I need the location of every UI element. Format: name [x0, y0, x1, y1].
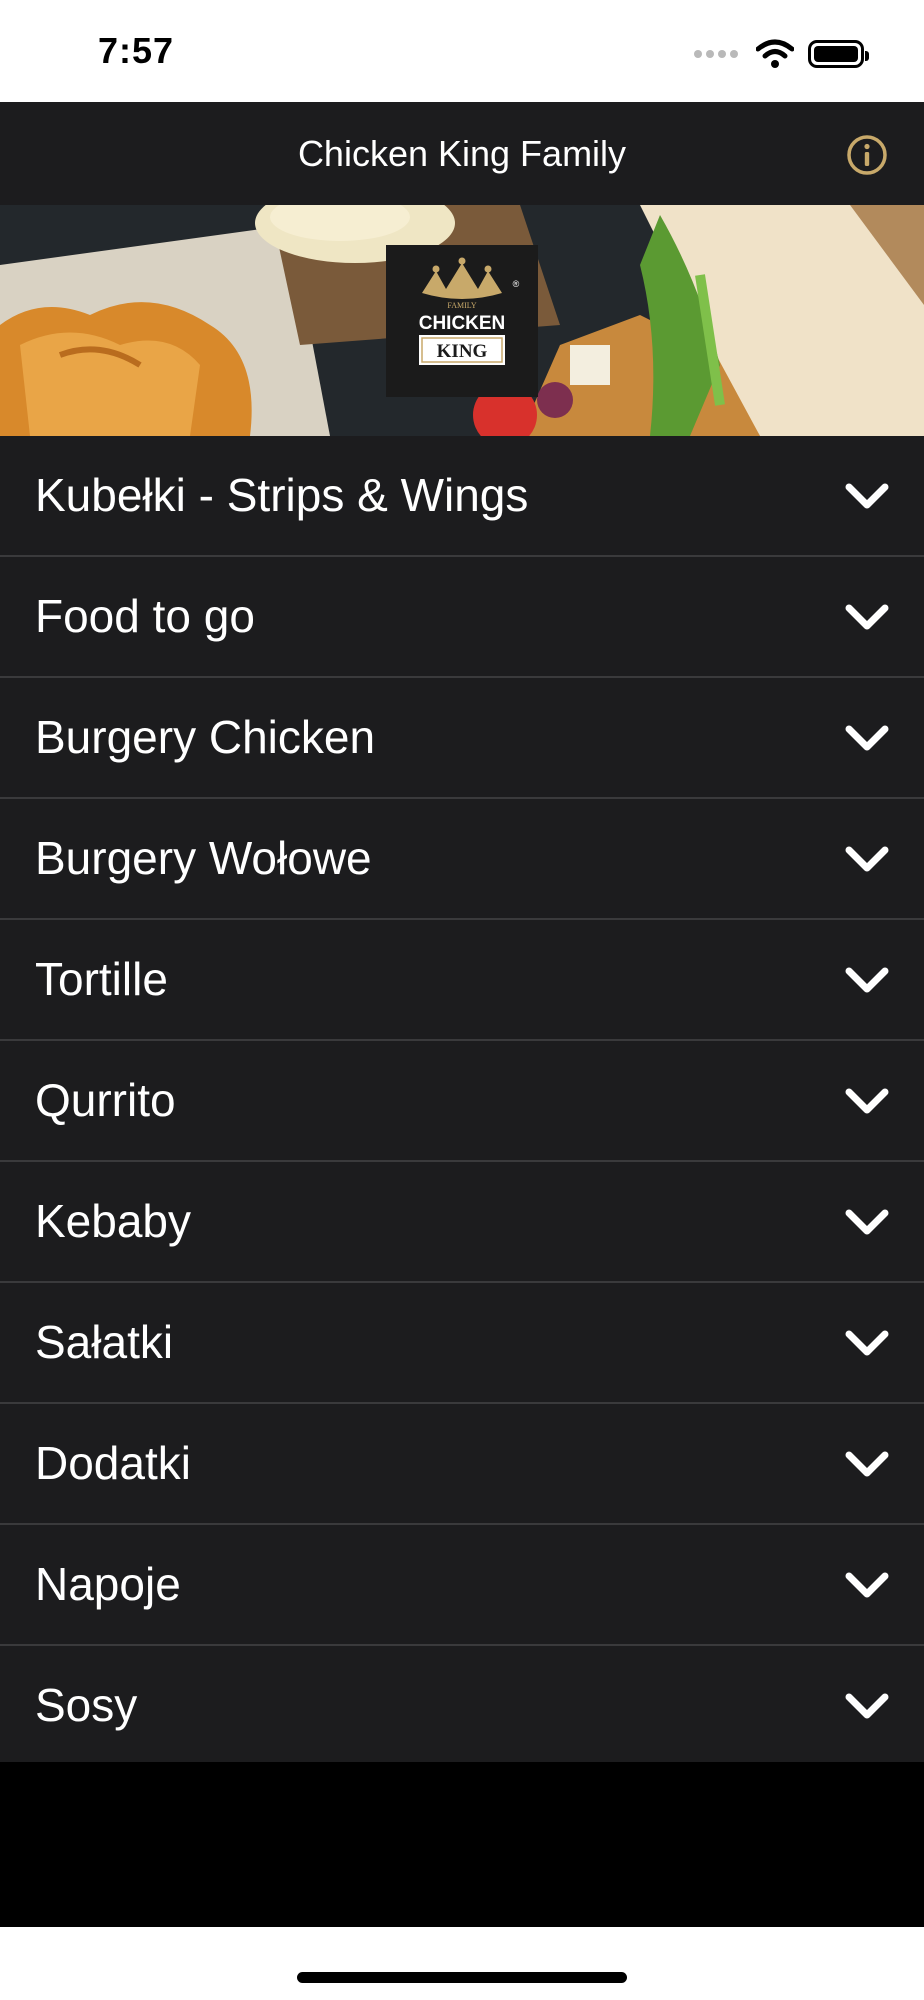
menu-category-list: Kubełki - Strips & Wings Food to go Burg… [0, 436, 924, 1767]
category-label: Burgery Chicken [35, 711, 376, 763]
category-label: Sosy [35, 1679, 138, 1731]
category-row-qurrito[interactable]: Qurrito [0, 1041, 924, 1162]
svg-text:®: ® [513, 279, 520, 289]
header-banner-image: FAMILY CHICKEN KING ® [0, 205, 924, 436]
chevron-down-icon [845, 1088, 889, 1114]
chevron-down-icon [845, 1209, 889, 1235]
info-circle-icon[interactable] [846, 134, 888, 176]
category-row-dodatki[interactable]: Dodatki [0, 1404, 924, 1525]
chevron-down-icon [845, 1572, 889, 1598]
chevron-down-icon [845, 1451, 889, 1477]
chevron-down-icon [845, 1693, 889, 1719]
category-label: Dodatki [35, 1437, 191, 1489]
chevron-down-icon [845, 1330, 889, 1356]
chevron-down-icon [845, 725, 889, 751]
category-label: Qurrito [35, 1074, 176, 1126]
category-label: Napoje [35, 1558, 181, 1610]
page-title: Chicken King Family [297, 133, 627, 174]
category-row-napoje[interactable]: Napoje [0, 1525, 924, 1646]
category-label: Burgery Wołowe [35, 832, 372, 884]
category-row-burgery-wolowe[interactable]: Burgery Wołowe [0, 799, 924, 920]
chicken-king-logo: FAMILY CHICKEN KING ® [386, 245, 538, 397]
home-indicator-area [0, 1927, 924, 2000]
category-label: Sałatki [35, 1316, 174, 1368]
svg-text:FAMILY: FAMILY [447, 301, 476, 310]
category-label: Tortille [35, 953, 168, 1005]
empty-background [0, 1762, 924, 1927]
status-time: 7:57 [98, 30, 175, 71]
home-indicator[interactable] [297, 1972, 627, 1983]
navigation-bar: Chicken King Family [0, 102, 924, 205]
chevron-down-icon [845, 604, 889, 630]
category-row-salatki[interactable]: Sałatki [0, 1283, 924, 1404]
svg-text:KING: KING [437, 341, 488, 362]
chevron-down-icon [845, 846, 889, 872]
category-row-kubelki[interactable]: Kubełki - Strips & Wings [0, 436, 924, 557]
chevron-down-icon [845, 967, 889, 993]
wifi-icon [756, 39, 794, 68]
category-row-food-to-go[interactable]: Food to go [0, 557, 924, 678]
svg-text:CHICKEN: CHICKEN [419, 313, 506, 334]
category-row-burgery-chicken[interactable]: Burgery Chicken [0, 678, 924, 799]
status-icons [694, 34, 869, 74]
category-label: Food to go [35, 590, 255, 642]
status-bar: 7:57 [0, 0, 924, 102]
category-label: Kebaby [35, 1195, 192, 1247]
category-row-tortille[interactable]: Tortille [0, 920, 924, 1041]
category-row-sosy[interactable]: Sosy [0, 1646, 924, 1767]
category-row-kebaby[interactable]: Kebaby [0, 1162, 924, 1283]
signal-icon [694, 50, 738, 58]
category-label: Kubełki - Strips & Wings [35, 469, 529, 521]
battery-icon [808, 40, 869, 68]
chevron-down-icon [845, 483, 889, 509]
